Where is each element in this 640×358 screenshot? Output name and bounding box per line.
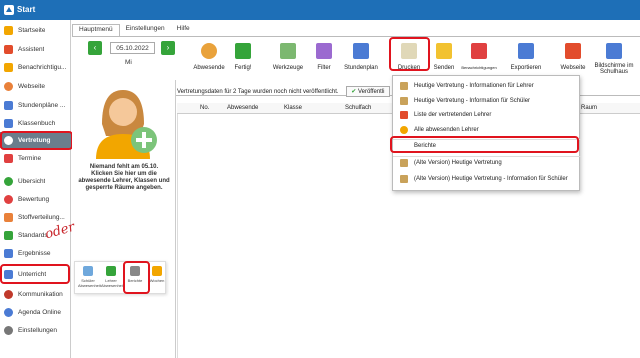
- calendar-icon: [152, 266, 162, 276]
- calendar-icon: [4, 153, 13, 163]
- wand-icon: [4, 44, 13, 54]
- date-field[interactable]: 05.10.2022: [110, 42, 155, 54]
- webseite-button[interactable]: Webseite: [558, 43, 588, 71]
- highlight-vertretung: [0, 131, 73, 150]
- benachrichtigungen-button[interactable]: Benachrichtigungen: [458, 43, 500, 70]
- window-title: Start: [17, 5, 36, 14]
- sidebar: Startseite Assistent Benachrichtigu... W…: [0, 20, 71, 358]
- sidebar-item-klassenbuch[interactable]: Klassenbuch: [0, 115, 71, 131]
- filter-icon: [316, 43, 332, 59]
- tab-bar: Hauptmenü Einstellungen Hilfe: [72, 24, 196, 36]
- sidebar-item-assistent[interactable]: Assistent: [0, 41, 71, 57]
- doc-icon: [400, 81, 408, 90]
- bildschirme-button[interactable]: Bildschirme im Schulhaus: [590, 43, 638, 75]
- doc-icon: [400, 96, 408, 105]
- tab-einstellungen[interactable]: Einstellungen: [120, 24, 171, 36]
- menu-item-alt-vertretung[interactable]: (Alte Version) Heutige Vertretung: [393, 156, 581, 169]
- col-klasse[interactable]: Klasse: [284, 105, 302, 111]
- stundenplan-button[interactable]: Stundenplan: [340, 43, 382, 71]
- gear-icon: [4, 325, 13, 335]
- person-icon: [83, 266, 93, 276]
- col-abwesende[interactable]: Abwesende: [227, 105, 258, 111]
- no-absence-message: Niemand fehlt am 05.10. Klicken Sie hier…: [78, 164, 170, 191]
- fertig-button[interactable]: Fertig!: [230, 43, 256, 71]
- col-no[interactable]: No.: [200, 105, 209, 111]
- doc-icon: [400, 159, 408, 167]
- col-schulfach[interactable]: Schulfach: [345, 105, 371, 111]
- export-icon: [518, 43, 534, 59]
- sidebar-item-uebersicht[interactable]: Übersicht: [0, 173, 71, 189]
- mini-lehrer-abwesenheit[interactable]: Lehrer Abwesenheit: [101, 266, 124, 288]
- weekday-label: Mi: [125, 59, 132, 66]
- next-day-button[interactable]: ›: [161, 41, 175, 55]
- menu-item-vertretung-lehrer[interactable]: Heutige Vertretung - Informationen für L…: [393, 79, 581, 92]
- highlight-unterricht: [0, 264, 70, 284]
- werkzeuge-button[interactable]: Werkzeuge: [268, 43, 308, 71]
- print-menu: Heutige Vertretung - Informationen für L…: [392, 75, 581, 191]
- publish-status: Vertretungsdaten für 2 Tage wurden noch …: [177, 86, 390, 97]
- agenda-icon: [4, 307, 13, 317]
- mini-wochen[interactable]: Wochen: [147, 266, 167, 283]
- sidebar-item-agenda-online[interactable]: Agenda Online: [0, 304, 71, 320]
- col-raum[interactable]: Raum: [581, 105, 597, 111]
- envelope-icon: [436, 43, 452, 59]
- highlight-berichte: [390, 136, 579, 153]
- highlight-mini-berichte: [123, 261, 150, 294]
- chart-icon: [4, 248, 13, 258]
- check-icon: [235, 43, 251, 59]
- sidebar-item-bewertung[interactable]: Bewertung: [0, 191, 71, 207]
- home-icon: [565, 43, 581, 59]
- senden-button[interactable]: Senden: [430, 43, 458, 71]
- tab-hauptmenue[interactable]: Hauptmenü: [72, 24, 120, 36]
- star-icon: [4, 25, 13, 35]
- tab-hilfe[interactable]: Hilfe: [171, 24, 196, 36]
- doc-icon: [400, 174, 408, 183]
- sidebar-item-webseite[interactable]: Webseite: [0, 78, 71, 94]
- app-logo-icon: [4, 5, 14, 15]
- absence-panel[interactable]: Niemand fehlt am 05.10. Klicken Sie hier…: [72, 80, 176, 358]
- tools-icon: [280, 43, 296, 59]
- sidebar-item-startseite[interactable]: Startseite: [0, 22, 71, 38]
- menu-item-vertretende-lehrer[interactable]: Liste der vertretenden Lehrer: [393, 108, 581, 121]
- sidebar-item-stundenplaene[interactable]: Stundenpläne ...: [0, 97, 71, 113]
- mini-schueler-abwesenheit[interactable]: Schüler Abwesenheit: [78, 266, 101, 288]
- highlight-drucken: [389, 37, 430, 71]
- globe-icon: [4, 81, 13, 91]
- book-icon: [4, 118, 13, 128]
- menu-item-vertretung-schueler[interactable]: Heutige Vertretung - Information für Sch…: [393, 94, 581, 107]
- monitor-icon: [606, 43, 622, 59]
- avatar-icon: [96, 90, 157, 159]
- sidebar-item-kommunikation[interactable]: Kommunikation: [0, 286, 71, 302]
- notification-icon: [471, 43, 487, 59]
- check-icon: ✔: [351, 89, 357, 95]
- sidebar-item-einstellungen[interactable]: Einstellungen: [0, 322, 71, 338]
- grid-icon: [4, 100, 13, 110]
- pin-icon: [400, 110, 408, 119]
- check-icon: [4, 230, 13, 240]
- person-icon: [400, 125, 408, 134]
- list-icon: [4, 212, 13, 222]
- abwesende-button[interactable]: Abwesende: [190, 43, 228, 71]
- filter-button[interactable]: Filter: [312, 43, 336, 71]
- person-icon: [201, 43, 217, 59]
- sidebar-item-benachrichtigungen[interactable]: Benachrichtigu...: [0, 59, 71, 75]
- publish-button[interactable]: ✔ Veröffentli: [346, 86, 390, 97]
- sidebar-item-termine[interactable]: Termine: [0, 150, 71, 166]
- check-circle-icon: [4, 176, 13, 186]
- menu-item-abwesende-lehrer[interactable]: Alle abwesenden Lehrer: [393, 123, 581, 136]
- prev-day-button[interactable]: ‹: [88, 41, 102, 55]
- menu-item-alt-vertretung-schueler[interactable]: (Alte Version) Heutige Vertretung - Info…: [393, 172, 581, 185]
- timetable-icon: [353, 43, 369, 59]
- exportieren-button[interactable]: Exportieren: [507, 43, 545, 71]
- chat-icon: [4, 289, 13, 299]
- mail-icon: [4, 62, 13, 72]
- star-badge-icon: [4, 194, 13, 204]
- title-bar: Start: [0, 0, 640, 20]
- person-icon: [106, 266, 116, 276]
- mini-toolbar-inset: Schüler Abwesenheit Lehrer Abwesenheit B…: [74, 261, 166, 294]
